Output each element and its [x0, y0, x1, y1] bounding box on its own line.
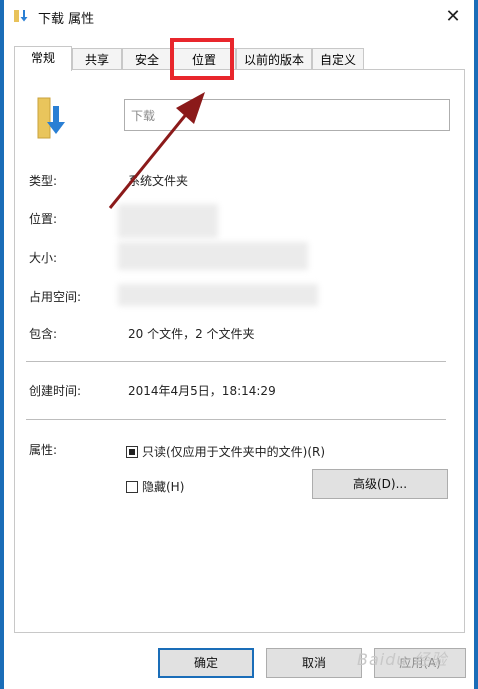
watermark: Baidu 经验: [357, 650, 448, 669]
tab-general[interactable]: 常规: [14, 46, 72, 71]
annotation-arrow-icon: [108, 92, 205, 209]
